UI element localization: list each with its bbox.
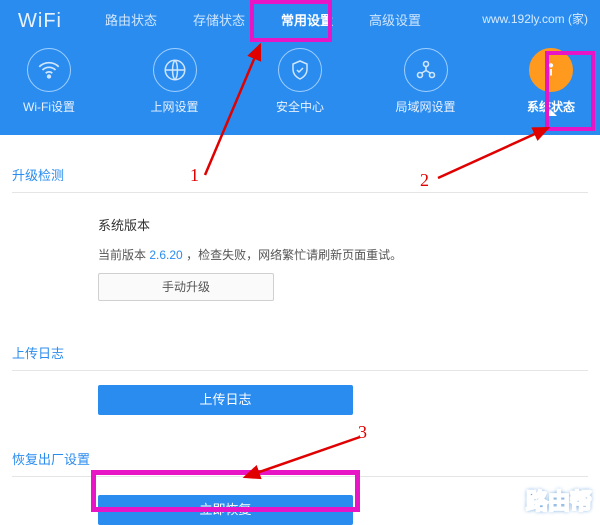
version-number: 2.6.20 (149, 248, 182, 262)
tab-advanced-settings[interactable]: 高级设置 (351, 0, 439, 42)
lan-icon (404, 48, 448, 92)
tab-router-status[interactable]: 路由状态 (87, 0, 175, 42)
version-heading: 系统版本 (98, 215, 600, 234)
divider (12, 370, 588, 371)
annotation-number-2: 2 (420, 170, 429, 191)
divider (12, 476, 588, 477)
top-tabs: 路由状态 存储状态 常用设置 高级设置 (87, 0, 439, 42)
section-upgrade-title: 升级检测 (0, 135, 600, 192)
shield-icon (278, 48, 322, 92)
version-prefix: 当前版本 (98, 248, 146, 262)
version-block: 系统版本 当前版本 2.6.20 ，检查失败，网络繁忙请刷新页面重试。 手动升级 (0, 193, 600, 301)
nav-label: Wi-Fi设置 (23, 98, 75, 115)
nav-internet-settings[interactable]: 上网设置 (140, 48, 210, 115)
nav-wifi-settings[interactable]: Wi-Fi设置 (14, 48, 84, 115)
icon-row: Wi-Fi设置 上网设置 安全中心 (0, 42, 600, 115)
content: 升级检测 系统版本 当前版本 2.6.20 ，检查失败，网络繁忙请刷新页面重试。… (0, 135, 600, 525)
upload-log-button[interactable]: 上传日志 (98, 385, 353, 415)
restore-now-button[interactable]: 立即恢复 (98, 495, 353, 525)
info-icon (529, 48, 573, 92)
header: WiFi 路由状态 存储状态 常用设置 高级设置 www.192ly.com (… (0, 0, 600, 135)
url-label: www.192ly.com (家) (482, 10, 588, 27)
version-suffix: ，检查失败，网络繁忙请刷新页面重试。 (186, 248, 402, 262)
nav-lan-settings[interactable]: 局域网设置 (391, 48, 461, 115)
top-row: WiFi 路由状态 存储状态 常用设置 高级设置 www.192ly.com (… (0, 0, 600, 42)
watermark: 路由帮 (526, 484, 592, 516)
nav-label: 系统状态 (527, 98, 575, 115)
nav-security-center[interactable]: 安全中心 (265, 48, 335, 115)
nav-label: 上网设置 (150, 98, 198, 115)
nav-label: 局域网设置 (395, 98, 455, 115)
nav-system-status[interactable]: 系统状态 (516, 48, 586, 115)
wifi-icon (27, 48, 71, 92)
annotation-number-3: 3 (358, 422, 367, 443)
section-upload-title: 上传日志 (0, 301, 600, 370)
nav-label: 安全中心 (276, 98, 324, 115)
globe-icon (153, 48, 197, 92)
annotation-number-1: 1 (190, 165, 199, 186)
section-restore-title: 恢复出厂设置 (0, 415, 600, 476)
tab-storage-status[interactable]: 存储状态 (175, 0, 263, 42)
tab-common-settings[interactable]: 常用设置 (263, 0, 351, 42)
manual-upgrade-button[interactable]: 手动升级 (98, 273, 274, 301)
version-line: 当前版本 2.6.20 ，检查失败，网络繁忙请刷新页面重试。 (98, 246, 600, 263)
logo: WiFi (18, 10, 62, 33)
